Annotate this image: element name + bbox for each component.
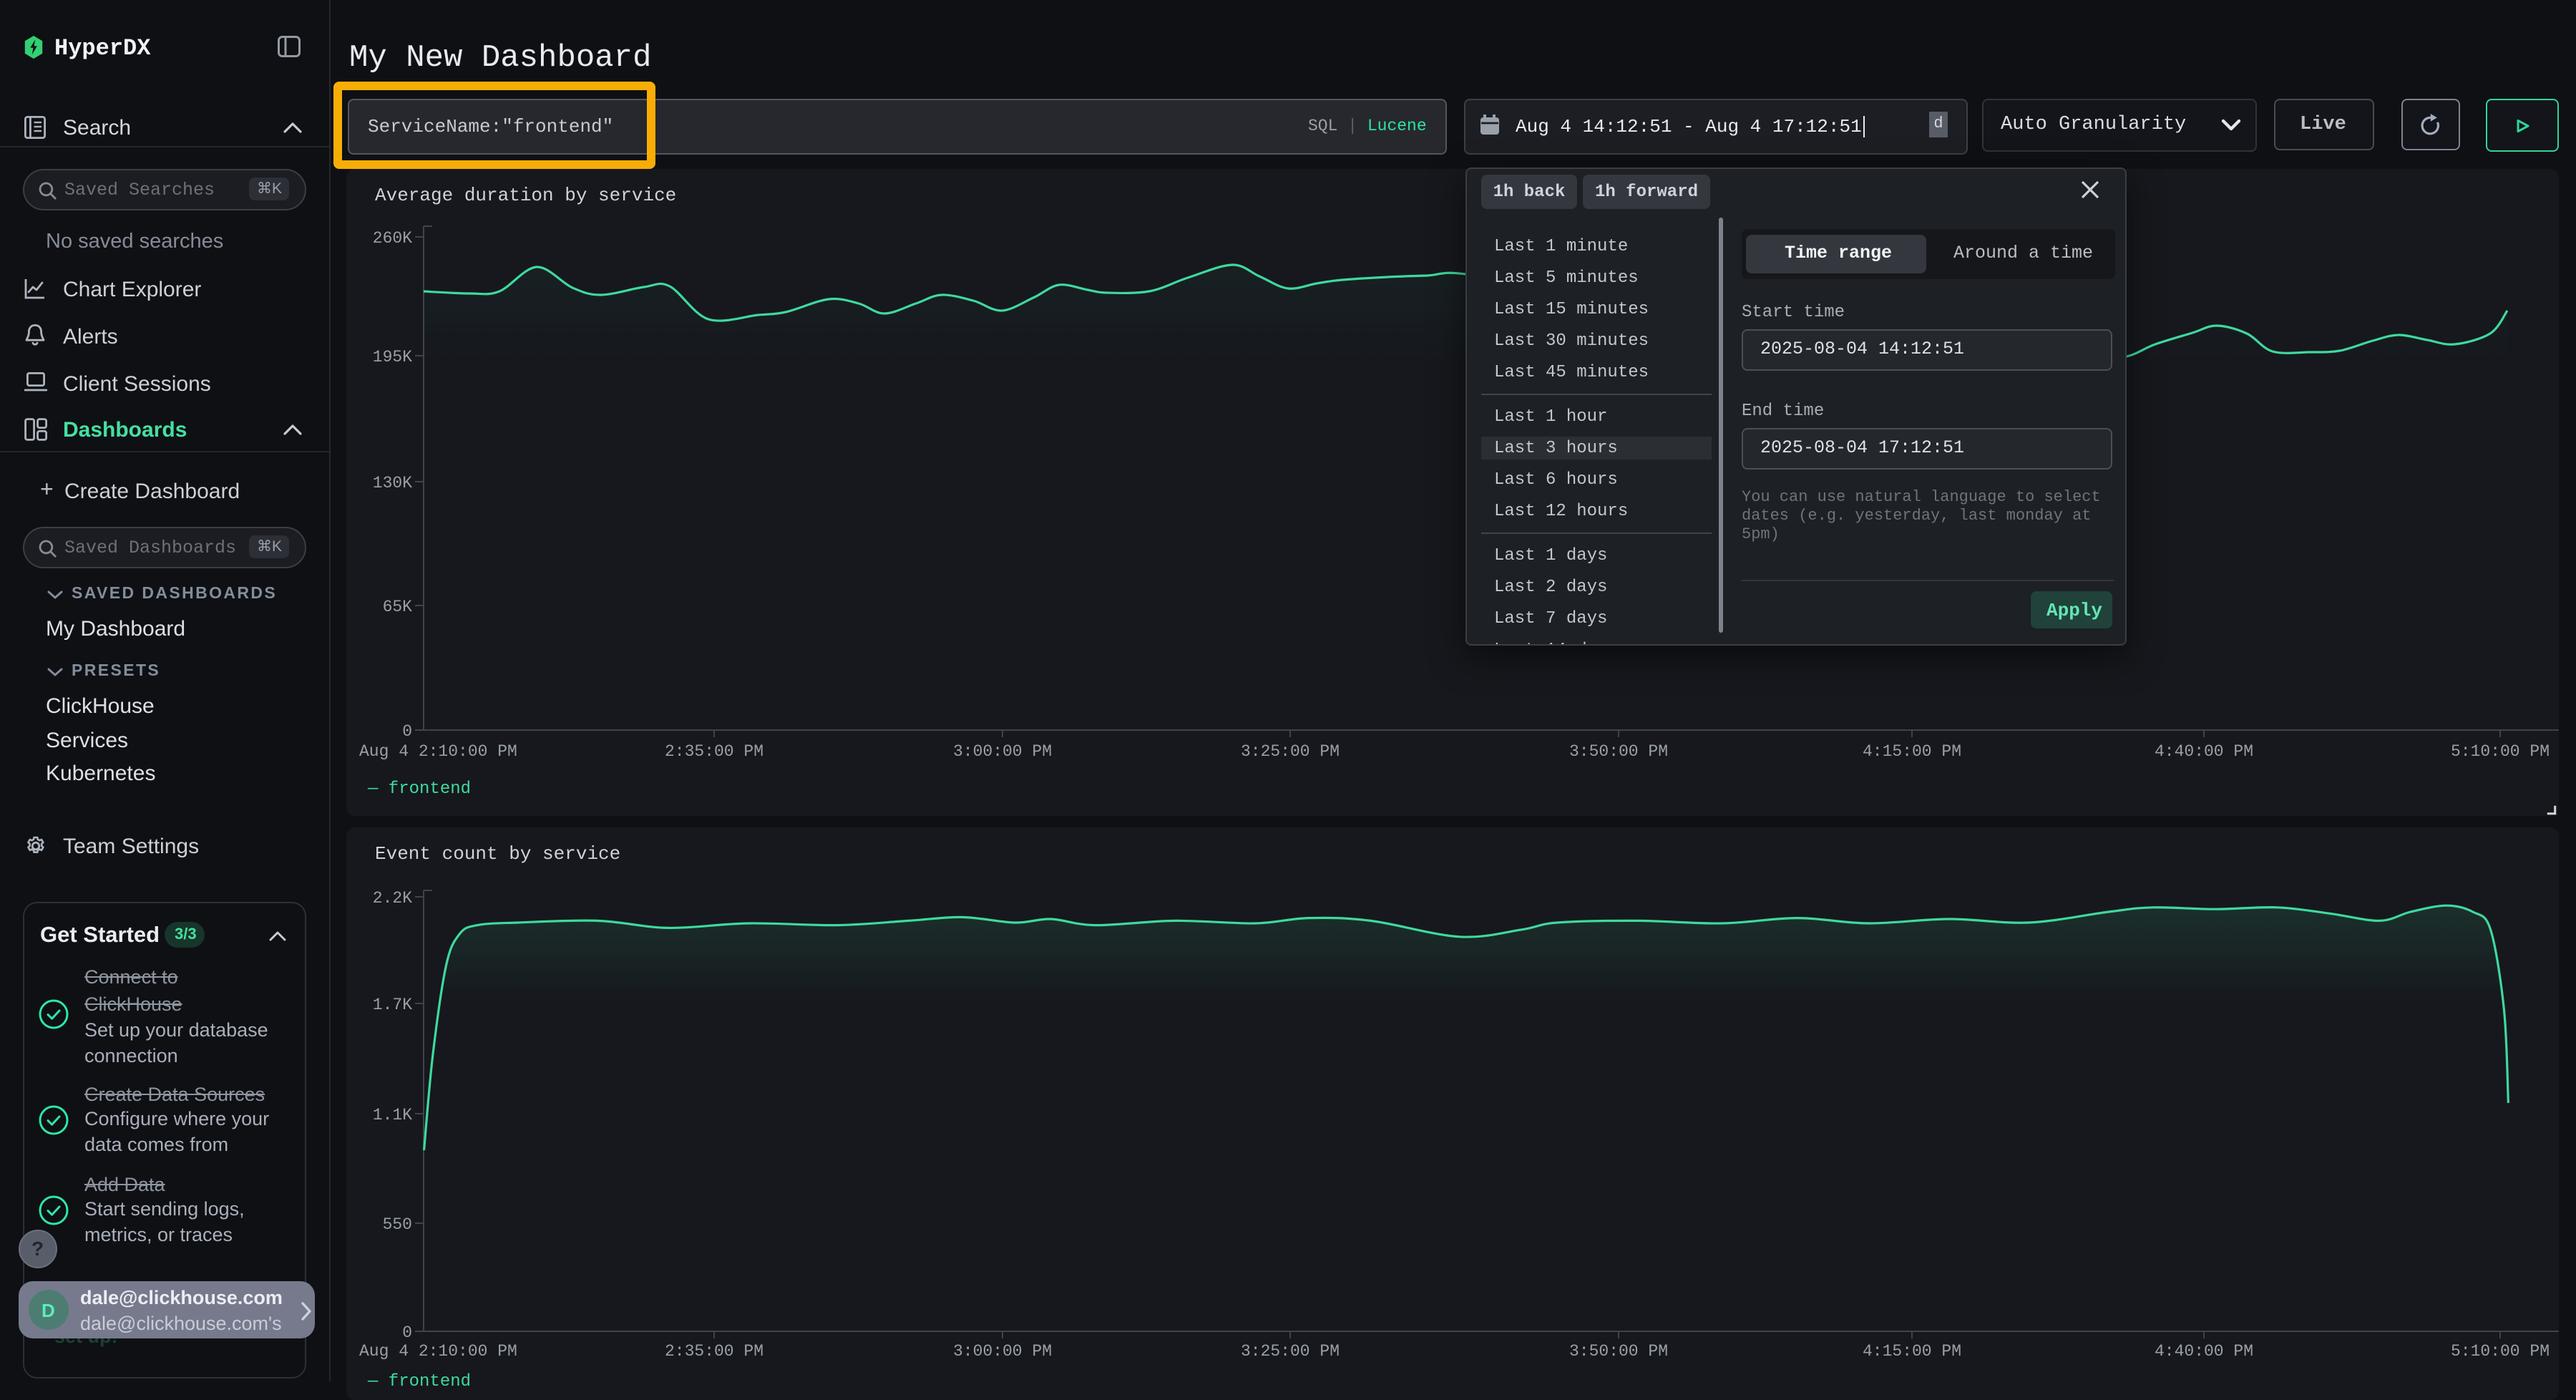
svg-text:1.1K: 1.1K — [373, 1106, 412, 1124]
svg-text:3:00:00 PM: 3:00:00 PM — [953, 1342, 1052, 1361]
svg-text:3:25:00 PM: 3:25:00 PM — [1241, 1342, 1340, 1361]
svg-text:65K: 65K — [383, 598, 413, 616]
svg-text:Aug 4 2:10:00 PM: Aug 4 2:10:00 PM — [359, 742, 517, 761]
svg-text:2.2K: 2.2K — [373, 889, 412, 908]
svg-text:195K: 195K — [373, 348, 412, 366]
svg-text:3:50:00 PM: 3:50:00 PM — [1569, 742, 1668, 761]
svg-text:5:10:00 PM: 5:10:00 PM — [2451, 742, 2550, 761]
svg-text:4:40:00 PM: 4:40:00 PM — [2155, 742, 2253, 761]
svg-text:130K: 130K — [373, 474, 412, 492]
svg-text:2:35:00 PM: 2:35:00 PM — [665, 742, 763, 761]
svg-text:4:15:00 PM: 4:15:00 PM — [1863, 1342, 1961, 1361]
svg-text:5:10:00 PM: 5:10:00 PM — [2451, 1342, 2550, 1361]
svg-text:3:00:00 PM: 3:00:00 PM — [953, 742, 1052, 761]
svg-text:1.7K: 1.7K — [373, 996, 412, 1014]
svg-text:3:50:00 PM: 3:50:00 PM — [1569, 1342, 1668, 1361]
svg-text:0: 0 — [402, 1323, 412, 1342]
svg-text:3:25:00 PM: 3:25:00 PM — [1241, 742, 1340, 761]
svg-text:4:15:00 PM: 4:15:00 PM — [1863, 742, 1961, 761]
svg-text:2:35:00 PM: 2:35:00 PM — [665, 1342, 763, 1361]
svg-text:260K: 260K — [373, 229, 412, 248]
svg-text:0: 0 — [402, 722, 412, 741]
svg-text:550: 550 — [383, 1215, 412, 1234]
svg-text:4:40:00 PM: 4:40:00 PM — [2155, 1342, 2253, 1361]
svg-text:Aug 4 2:10:00 PM: Aug 4 2:10:00 PM — [359, 1342, 517, 1361]
